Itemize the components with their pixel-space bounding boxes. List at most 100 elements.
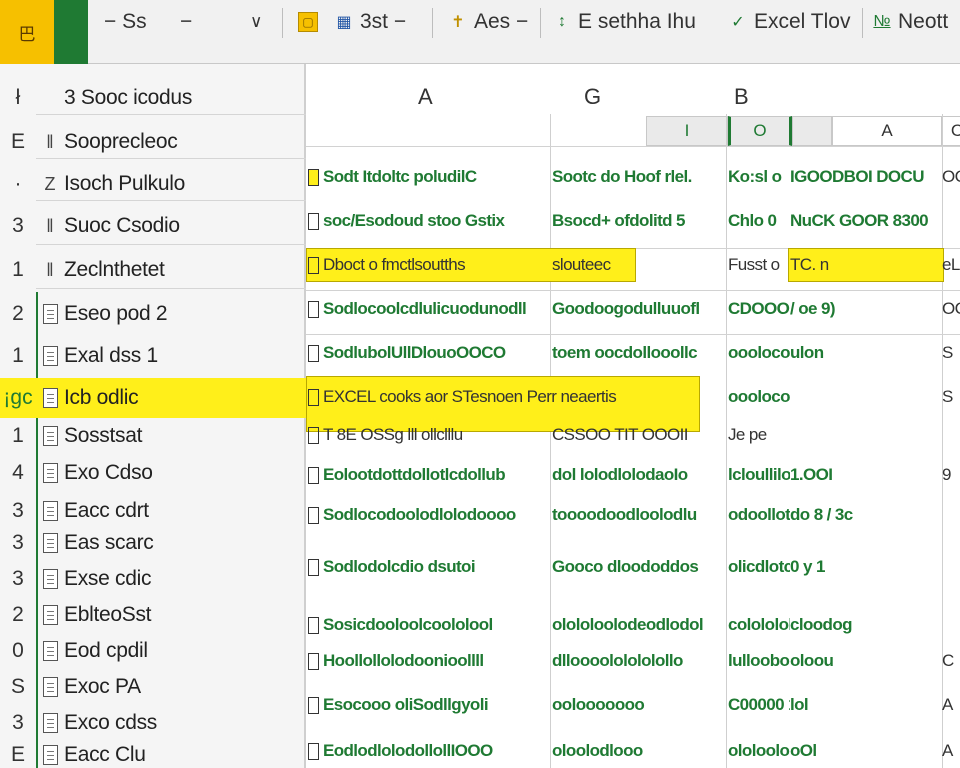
- nav-item[interactable]: · Z Isoch Pulkulo: [0, 166, 306, 202]
- grid-cell[interactable]: slouteec: [552, 250, 726, 280]
- grid-cell[interactable]: Je pe: [728, 420, 790, 450]
- grid-cell[interactable]: IGOODBOI DOCU: [790, 162, 942, 192]
- grid-cell[interactable]: EodlodlolodollollIOOO: [308, 736, 550, 766]
- grid-cell[interactable]: oloou: [790, 646, 942, 676]
- toolbar-font-button[interactable]: ✝ Aеs −: [448, 0, 528, 44]
- grid-cell[interactable]: ooolocotlolollocoo: [728, 338, 790, 368]
- nav-item[interactable]: E Eacc Clu: [0, 740, 306, 768]
- app-logo-icon[interactable]: 巴: [0, 0, 54, 64]
- row-checkbox[interactable]: [308, 742, 319, 760]
- grid-cell[interactable]: Goodoogodulluuofl: [552, 294, 726, 324]
- toolbar-excel-button[interactable]: ✓ Excel Tlov: [728, 0, 850, 44]
- nav-item[interactable]: 3 Exco cdss: [0, 706, 306, 740]
- grid-cell[interactable]: 1.OOI: [790, 460, 942, 490]
- grid-cell[interactable]: toem oocdollooollc: [552, 338, 726, 368]
- toolbar-yellow-button[interactable]: ▢: [298, 0, 324, 44]
- grid-cell[interactable]: toooodoodloolodlu: [552, 500, 726, 530]
- grid-cell[interactable]: oloolodlooo: [552, 736, 726, 766]
- grid-cell[interactable]: Sodlodolcdio dsutoi: [308, 552, 550, 582]
- row-checkbox[interactable]: [308, 558, 319, 576]
- grid-cell[interactable]: A: [942, 690, 960, 720]
- grid-cell[interactable]: Sodt Itdoltc poludilC: [308, 162, 550, 192]
- grid-cell[interactable]: colololololc: [728, 610, 790, 640]
- nav-item[interactable]: 4 Exo Cdso: [0, 456, 306, 490]
- row-checkbox[interactable]: [308, 616, 319, 634]
- row-checkbox[interactable]: [308, 168, 319, 186]
- nav-item[interactable]: ¡gc Icb odlic: [0, 378, 306, 418]
- grid-cell[interactable]: 0 y 1: [790, 552, 942, 582]
- row-checkbox[interactable]: [308, 300, 319, 318]
- grid-cell[interactable]: ulon: [790, 338, 942, 368]
- toolbar-minus-button[interactable]: −: [180, 0, 192, 44]
- grid-cell[interactable]: Chlo 0: [728, 206, 790, 236]
- nav-item[interactable]: 3 Exse cdic: [0, 562, 306, 596]
- grid-cell[interactable]: Ko:sl o: [728, 162, 790, 192]
- nav-item[interactable]: 2 EbltеoSst: [0, 598, 306, 632]
- row-checkbox[interactable]: [308, 426, 319, 444]
- row-checkbox[interactable]: [308, 256, 319, 274]
- grid-cell[interactable]: CDOOOOODDCC: [728, 294, 790, 324]
- nav-item[interactable]: S Exoc PA: [0, 670, 306, 704]
- column-header-a[interactable]: A: [418, 84, 433, 110]
- column-header-g[interactable]: G: [584, 84, 601, 110]
- grid-cell[interactable]: oOl: [790, 736, 942, 766]
- row-checkbox[interactable]: [308, 696, 319, 714]
- grid-cell[interactable]: EXCEL cooks aor STesnoen Perr neaertis: [308, 382, 700, 412]
- nav-item[interactable]: 1 ‖ Zeclnthetet: [0, 252, 306, 288]
- row-checkbox[interactable]: [308, 388, 319, 406]
- grid-cell[interactable]: ooolocotlolitlolit: [728, 382, 790, 412]
- grid-cell[interactable]: oolooooooo: [552, 690, 726, 720]
- grid-cell[interactable]: / oe 9): [790, 294, 942, 324]
- grid-cell[interactable]: S: [942, 382, 960, 412]
- nav-item[interactable]: 1 Exal dss 1: [0, 338, 306, 374]
- nav-item[interactable]: 0 Eod cpdil: [0, 634, 306, 668]
- toolbar-dropdown-chevron[interactable]: ∨: [250, 0, 262, 44]
- grid-cell[interactable]: CSSOO TIT OOOII: [552, 420, 726, 450]
- grid-cell[interactable]: lulloobolollolololol: [728, 646, 790, 676]
- grid-cell[interactable]: C: [942, 646, 960, 676]
- grid-cell[interactable]: cloodog: [790, 610, 942, 640]
- row-checkbox[interactable]: [308, 466, 319, 484]
- grid-cell[interactable]: dlloooololololollo: [552, 646, 726, 676]
- grid-cell[interactable]: Sodlocodoolodlolodoooo: [308, 500, 550, 530]
- row-checkbox[interactable]: [308, 652, 319, 670]
- grid-cell[interactable]: eL usonov 3C5: [942, 250, 960, 280]
- grid-cell[interactable]: soc/Esodoud stoo Gstix: [308, 206, 550, 236]
- grid-cell[interactable]: lcloullilolodlolol: [728, 460, 790, 490]
- grid-cell[interactable]: Dboct o fmctlsoutths: [308, 250, 550, 280]
- grid-cell[interactable]: Eolootdottdollotlcdollub: [308, 460, 550, 490]
- grid-cell[interactable]: NuCK GOOR 8300: [790, 206, 942, 236]
- grid-cell[interactable]: ololoololoololiolo: [728, 736, 790, 766]
- grid-cell[interactable]: Hoollollolodoonioollll: [308, 646, 550, 676]
- grid-cell[interactable]: SodlubolUllDlouoOOCO: [308, 338, 550, 368]
- grid-cell[interactable]: C00000 1000: [728, 690, 790, 720]
- toolbar-next-button[interactable]: № Neott: [872, 0, 948, 44]
- row-checkbox[interactable]: [308, 506, 319, 524]
- grid-cell[interactable]: Sootc do Hoof rlel.: [552, 162, 726, 192]
- grid-cell[interactable]: Fusst o: [728, 250, 790, 280]
- subheader-cell-2[interactable]: O: [728, 116, 792, 146]
- subheader-cell-5[interactable]: C: [942, 116, 960, 146]
- toolbar-sort-button[interactable]: ↕ E sethha Ihu: [552, 0, 696, 44]
- nav-item[interactable]: 3 Eacc cdrt: [0, 494, 306, 528]
- grid-cell[interactable]: Sosicdooloolcoololool: [308, 610, 550, 640]
- grid-cell[interactable]: dol lolodlolodaoIo: [552, 460, 726, 490]
- subheader-cell-1[interactable]: I: [646, 116, 728, 146]
- grid-cell[interactable]: olicdlotcloddoc: [728, 552, 790, 582]
- nav-item[interactable]: E ‖ Sooprecleoc: [0, 124, 306, 160]
- row-checkbox[interactable]: [308, 212, 319, 230]
- column-header-b[interactable]: B: [734, 84, 749, 110]
- grid-cell[interactable]: lol: [790, 690, 942, 720]
- grid-cell[interactable]: Bsocd+ ofdolitd 5: [552, 206, 726, 236]
- grid-cell[interactable]: Sodlocoolcdlulicuodunodll: [308, 294, 550, 324]
- nav-item[interactable]: 3 Eas scarc: [0, 526, 306, 560]
- nav-item[interactable]: 2 Eseo pod 2: [0, 296, 306, 332]
- grid-cell[interactable]: T 8E OSSg lll ollclllu: [308, 420, 550, 450]
- grid-cell[interactable]: TC. n: [790, 250, 942, 280]
- grid-cell[interactable]: Esocooo oliSodllgyoli: [308, 690, 550, 720]
- subheader-cell-4[interactable]: A: [832, 116, 942, 146]
- grid-cell[interactable]: OC: [942, 162, 960, 192]
- nav-item[interactable]: ł 3 Sooc icodus: [0, 80, 306, 116]
- grid-cell[interactable]: do 8 / 3c: [790, 500, 942, 530]
- nav-item[interactable]: 3 ‖ Suoc Csodio: [0, 208, 306, 244]
